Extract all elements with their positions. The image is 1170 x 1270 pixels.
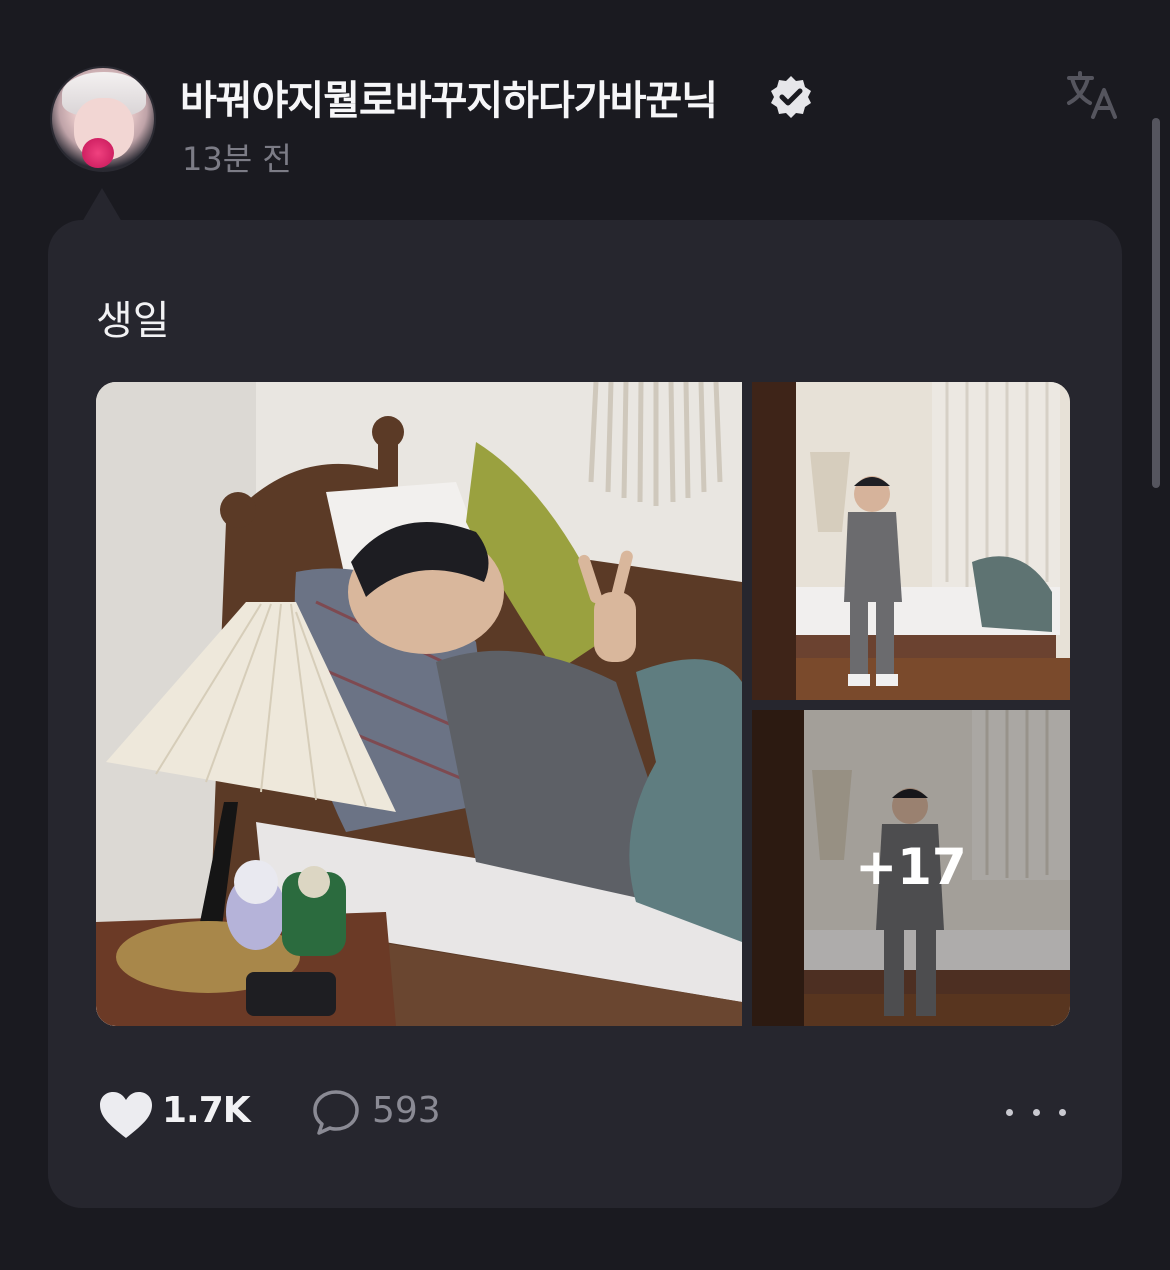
translate-icon[interactable]	[1066, 70, 1118, 120]
post-card[interactable]: 생일 +17 1.7K 593	[48, 220, 1122, 1208]
like-count: 1.7K	[162, 1090, 251, 1131]
scrollbar[interactable]	[1152, 118, 1160, 488]
post-timestamp: 13분 전	[182, 140, 292, 178]
author-avatar[interactable]	[50, 66, 156, 172]
verified-badge-icon	[771, 76, 811, 118]
dot	[1059, 1108, 1066, 1116]
avatar-rose	[82, 138, 114, 168]
more-options-icon[interactable]	[1006, 1094, 1066, 1130]
heart-icon[interactable]	[98, 1090, 154, 1140]
author-name[interactable]: 바꿔야지뭘로바꾸지하다가바꾼닉	[180, 68, 718, 126]
more-images-count: +17	[855, 838, 967, 896]
post-image-2[interactable]	[752, 382, 1070, 700]
comment-count: 593	[372, 1090, 441, 1131]
more-images-overlay[interactable]: +17	[752, 710, 1070, 1026]
dot	[1006, 1108, 1013, 1116]
comment-bubble-icon[interactable]	[312, 1088, 360, 1136]
bedroom-photo-illustration	[96, 382, 742, 1026]
card-tail	[82, 188, 122, 222]
post-image-main[interactable]	[96, 382, 742, 1026]
post-text: 생일	[96, 298, 170, 344]
post-image-3[interactable]: +17	[752, 710, 1070, 1026]
sitting-photo-illustration	[752, 382, 1070, 700]
dot	[1032, 1108, 1040, 1116]
post-page: 바꿔야지뭘로바꾸지하다가바꾼닉 13분 전 생일 +17 1.7K 593	[0, 0, 1170, 1270]
